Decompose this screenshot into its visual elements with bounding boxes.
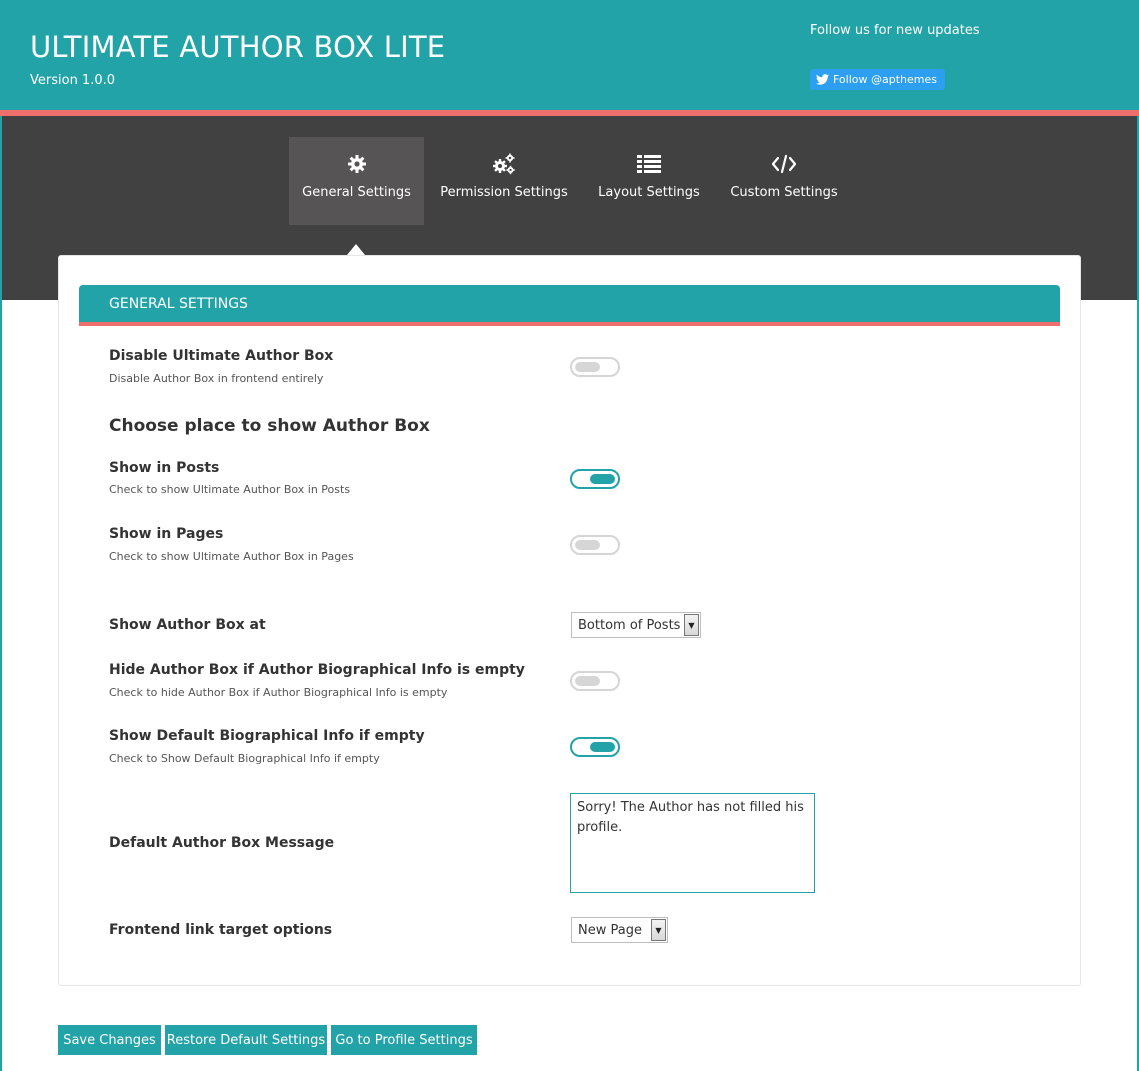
tab-permission-settings[interactable]: Permission Settings [424,137,584,225]
chevron-down-icon: ▼ [651,919,666,941]
hide-if-empty-desc: Check to hide Author Box if Author Biogr… [109,686,448,699]
tab-layout-settings[interactable]: Layout Settings [584,137,714,225]
toggle-knob [590,742,615,752]
page-header: ULTIMATE AUTHOR BOX LITE Version 1.0.0 F… [0,0,1139,110]
toggle-knob [575,362,600,372]
show-posts-label: Show in Posts [109,460,220,476]
default-message-textarea[interactable]: Sorry! The Author has not filled his pro… [570,793,815,893]
show-posts-toggle[interactable] [570,469,620,489]
hide-if-empty-toggle[interactable] [570,671,620,691]
follow-text: Follow us for new updates [810,23,980,38]
disable-desc: Disable Author Box in frontend entirely [109,372,324,385]
disable-toggle[interactable] [570,357,620,377]
link-target-value: New Page [578,922,642,938]
chevron-down-icon: ▼ [684,614,699,636]
hide-if-empty-label: Hide Author Box if Author Biographical I… [109,662,525,678]
active-tab-pointer [347,244,365,255]
gear-icon [347,151,367,177]
section-header: GENERAL SETTINGS [79,285,1060,326]
default-bio-label: Show Default Biographical Info if empty [109,728,425,744]
show-pages-desc: Check to show Ultimate Author Box in Pag… [109,550,354,563]
tab-general-settings[interactable]: General Settings [289,137,424,225]
default-bio-toggle[interactable] [570,737,620,757]
link-target-select[interactable]: New Page ▼ [571,917,668,943]
default-message-label: Default Author Box Message [109,835,335,851]
tab-label: General Settings [302,185,411,200]
settings-tabs: General Settings Permission Settings Lay… [289,137,854,225]
toggle-knob [575,540,600,550]
section-title: GENERAL SETTINGS [109,296,248,312]
disable-label: Disable Ultimate Author Box [109,348,334,364]
code-icon [771,151,797,177]
restore-defaults-button[interactable]: Restore Default Settings [165,1025,327,1055]
profile-settings-button[interactable]: Go to Profile Settings [331,1025,477,1055]
tab-label: Custom Settings [730,185,838,200]
link-target-label: Frontend link target options [109,922,333,938]
list-icon [637,151,661,177]
show-at-select[interactable]: Bottom of Posts ▼ [571,612,701,638]
choose-place-heading: Choose place to show Author Box [109,416,430,436]
follow-button-label: Follow @apthemes [833,73,937,86]
save-changes-button[interactable]: Save Changes [58,1025,161,1055]
show-posts-desc: Check to show Ultimate Author Box in Pos… [109,483,351,496]
toggle-knob [575,676,600,686]
show-at-value: Bottom of Posts [578,617,681,633]
twitter-icon [816,74,829,85]
show-at-label: Show Author Box at [109,617,266,633]
plugin-title: ULTIMATE AUTHOR BOX LITE [30,30,446,64]
gears-icon [491,151,517,177]
tab-label: Layout Settings [598,185,700,200]
tab-custom-settings[interactable]: Custom Settings [714,137,854,225]
plugin-version: Version 1.0.0 [30,73,116,88]
show-pages-label: Show in Pages [109,526,224,542]
left-border [0,116,2,1071]
tab-label: Permission Settings [440,185,568,200]
twitter-follow-button[interactable]: Follow @apthemes [810,69,945,90]
default-bio-desc: Check to Show Default Biographical Info … [109,752,380,765]
toggle-knob [590,474,615,484]
show-pages-toggle[interactable] [570,535,620,555]
